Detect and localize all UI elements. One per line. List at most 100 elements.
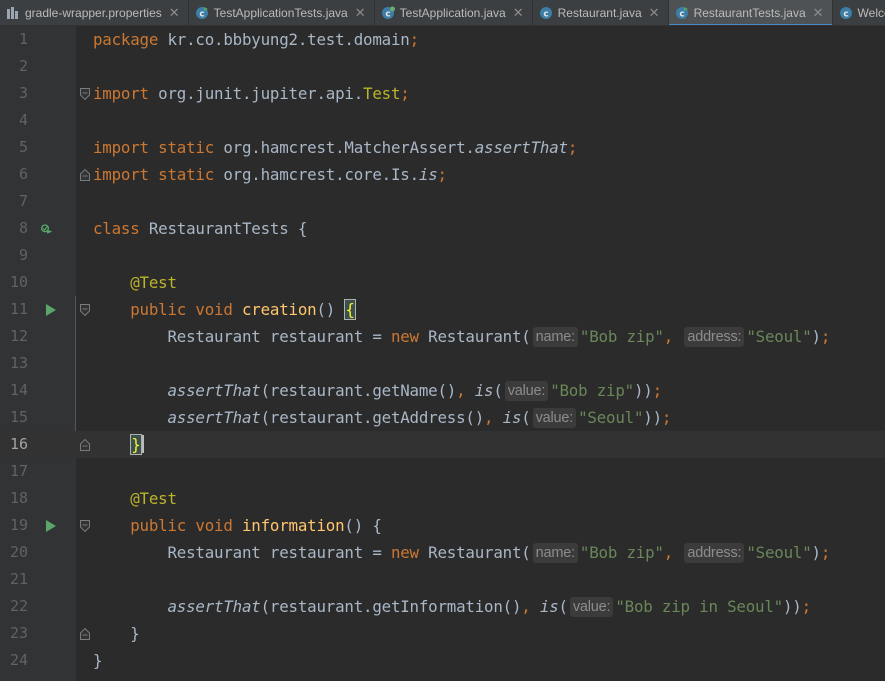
line-number: 15: [9, 408, 28, 426]
code-line[interactable]: 8 class RestaurantTests {: [0, 215, 885, 242]
line-number: 23: [9, 624, 28, 642]
line-number: 18: [9, 489, 28, 507]
code-line[interactable]: 5 import static org.hamcrest.MatcherAsser…: [0, 134, 885, 161]
code-text[interactable]: }: [93, 647, 103, 674]
line-number: 4: [18, 111, 28, 129]
test-class-icon: c: [675, 6, 689, 20]
code-line[interactable]: 22 assertThat(restaurant.getInformation(…: [0, 593, 885, 620]
spring-class-icon: c: [381, 6, 395, 20]
tab-label: RestaurantTests.java: [693, 6, 806, 20]
code-text[interactable]: Restaurant restaurant = new Restaurant(n…: [93, 539, 830, 566]
fold-start-icon[interactable]: [80, 520, 90, 532]
code-text[interactable]: Restaurant restaurant = new Restaurant(n…: [93, 323, 830, 350]
svg-text:c: c: [199, 10, 204, 20]
close-tab-icon[interactable]: ✕: [355, 5, 366, 21]
code-line[interactable]: 1 package kr.co.bbbyung2.test.domain;: [0, 26, 885, 53]
code-line[interactable]: 24}: [0, 647, 885, 674]
tab-welcom[interactable]: c Welcom: [833, 0, 885, 25]
tab-gradle-wrapper-properties[interactable]: gradle-wrapper.properties ✕: [0, 0, 189, 25]
code-line[interactable]: 9: [0, 242, 885, 269]
code-text[interactable]: import static org.hamcrest.core.Is.is;: [93, 161, 447, 188]
code-line[interactable]: 16 }: [0, 431, 885, 458]
test-class-icon: c: [195, 6, 209, 20]
run-test-icon[interactable]: [45, 519, 57, 533]
fold-start-icon[interactable]: [80, 88, 90, 100]
run-tests-class-icon[interactable]: [41, 222, 53, 236]
line-number: 9: [18, 246, 28, 264]
line-number: 22: [9, 597, 28, 615]
tab-restaurant-java[interactable]: c Restaurant.java ✕: [533, 0, 669, 25]
line-number: 1: [18, 30, 28, 48]
tab-restauranttests-java[interactable]: c RestaurantTests.java ✕: [668, 0, 833, 25]
tab-label: Welcom: [857, 6, 885, 20]
code-line[interactable]: 7: [0, 188, 885, 215]
line-number: 12: [9, 327, 28, 345]
tab-label: TestApplicationTests.java: [213, 6, 348, 20]
code-text[interactable]: assertThat(restaurant.getInformation(), …: [93, 593, 811, 620]
line-number: 20: [9, 543, 28, 561]
code-text[interactable]: public void information() {: [93, 512, 382, 539]
editor-tab-bar: gradle-wrapper.properties ✕ c TestApplicati…: [0, 0, 885, 26]
code-text[interactable]: import org.junit.jupiter.api.Test;: [93, 80, 410, 107]
line-number: 11: [9, 300, 28, 318]
code-line[interactable]: 3 import org.junit.jupiter.api.Test;: [0, 80, 885, 107]
code-text[interactable]: }: [93, 620, 140, 647]
close-tab-icon[interactable]: ✕: [649, 5, 660, 21]
line-number: 17: [9, 462, 28, 480]
code-line[interactable]: 14 assertThat(restaurant.getName(), is(v…: [0, 377, 885, 404]
class-icon: c: [839, 6, 853, 20]
svg-text:c: c: [385, 10, 390, 20]
fold-end-icon[interactable]: [80, 169, 90, 181]
code-line[interactable]: 2: [0, 53, 885, 80]
line-number: 8: [18, 219, 28, 237]
fold-end-icon[interactable]: [80, 439, 90, 451]
code-text[interactable]: assertThat(restaurant.getName(), is(valu…: [93, 377, 662, 404]
code-line[interactable]: 18 @Test: [0, 485, 885, 512]
code-line[interactable]: 12 Restaurant restaurant = new Restauran…: [0, 323, 885, 350]
code-line[interactable]: 15 assertThat(restaurant.getAddress(), i…: [0, 404, 885, 431]
code-text[interactable]: assertThat(restaurant.getAddress(), is(v…: [93, 404, 671, 431]
code-text[interactable]: package kr.co.bbbyung2.test.domain;: [93, 26, 419, 53]
code-line[interactable]: 10 @Test: [0, 269, 885, 296]
line-number: 13: [9, 354, 28, 372]
svg-text:c: c: [679, 10, 684, 20]
fold-start-icon[interactable]: [80, 304, 90, 316]
code-text[interactable]: @Test: [93, 485, 177, 512]
code-line[interactable]: 19 public void information() {: [0, 512, 885, 539]
code-line[interactable]: 17: [0, 458, 885, 485]
line-number: 6: [18, 165, 28, 183]
code-line[interactable]: 4: [0, 107, 885, 134]
line-number: 10: [9, 273, 28, 291]
tab-label: Restaurant.java: [557, 6, 642, 20]
line-number: 5: [18, 138, 28, 156]
run-test-icon[interactable]: [45, 303, 57, 317]
line-number: 19: [9, 516, 28, 534]
code-editor[interactable]: 1 package kr.co.bbbyung2.test.domain; 2 3 im…: [0, 26, 885, 681]
code-line[interactable]: 20 Restaurant restaurant = new Restauran…: [0, 539, 885, 566]
line-number: 21: [9, 570, 28, 588]
line-number: 3: [18, 84, 28, 102]
close-tab-icon[interactable]: ✕: [813, 5, 824, 21]
code-line[interactable]: 21: [0, 566, 885, 593]
code-line[interactable]: 6 import static org.hamcrest.core.Is.is;: [0, 161, 885, 188]
code-text[interactable]: }: [93, 431, 144, 458]
fold-end-icon[interactable]: [80, 628, 90, 640]
close-tab-icon[interactable]: ✕: [169, 5, 180, 21]
code-text[interactable]: @Test: [93, 269, 177, 296]
svg-text:c: c: [843, 10, 848, 20]
line-number: 24: [9, 651, 28, 669]
line-number: 7: [18, 192, 28, 210]
code-text[interactable]: import static org.hamcrest.MatcherAssert…: [93, 134, 577, 161]
tab-label: gradle-wrapper.properties: [25, 6, 162, 20]
code-line[interactable]: 11 public void creation() {: [0, 296, 885, 323]
code-text[interactable]: public void creation() {: [93, 296, 356, 323]
close-tab-icon[interactable]: ✕: [513, 5, 524, 21]
line-number: 14: [9, 381, 28, 399]
tab-testapplication-java[interactable]: c TestApplication.java ✕: [375, 0, 533, 25]
tab-testapplicationtests-java[interactable]: c TestApplicationTests.java ✕: [189, 0, 375, 25]
code-line[interactable]: 13: [0, 350, 885, 377]
line-number: 2: [18, 57, 28, 75]
code-text[interactable]: class RestaurantTests {: [93, 215, 307, 242]
code-line[interactable]: 23 }: [0, 620, 885, 647]
line-number: 16: [9, 435, 28, 453]
